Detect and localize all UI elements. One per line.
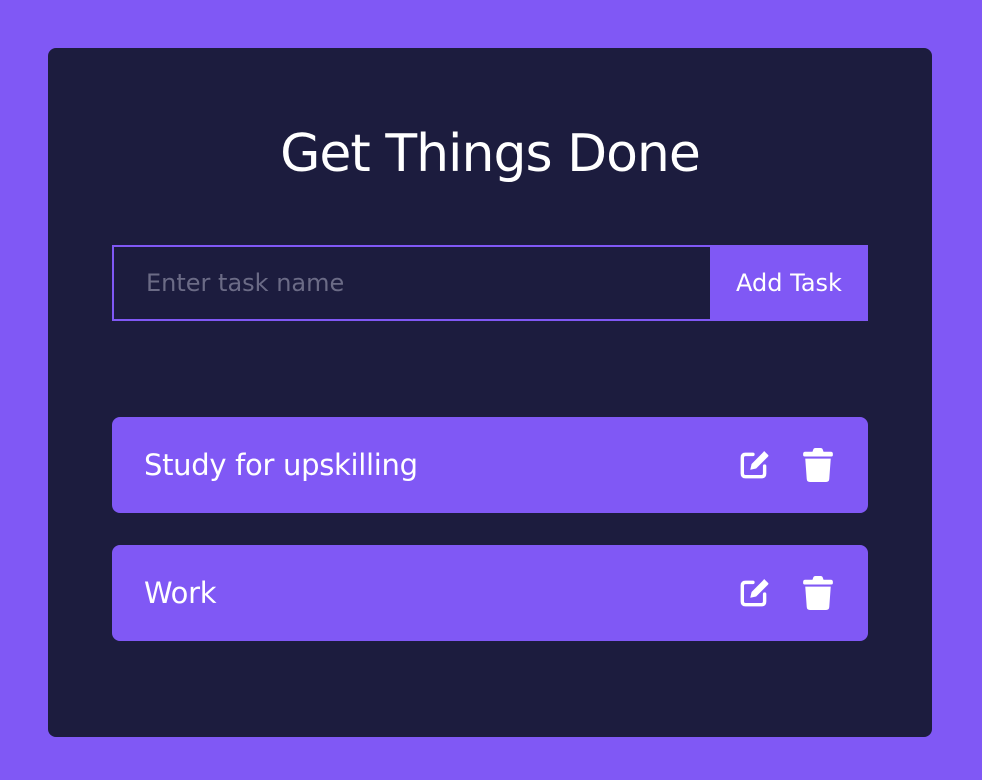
trash-icon[interactable] [800,575,836,611]
task-item: Work [112,545,868,641]
task-name-input[interactable] [112,245,710,321]
todo-card: Get Things Done Add Task Study for upski… [48,48,932,737]
task-label: Study for upskilling [144,448,418,482]
add-task-button[interactable]: Add Task [710,245,868,321]
add-task-form: Add Task [112,245,868,321]
edit-icon[interactable] [736,575,772,611]
task-label: Work [144,576,217,610]
edit-icon[interactable] [736,447,772,483]
task-item: Study for upskilling [112,417,868,513]
page-title: Get Things Done [280,124,701,184]
trash-icon[interactable] [800,447,836,483]
task-list: Study for upskilling Work [112,417,868,673]
